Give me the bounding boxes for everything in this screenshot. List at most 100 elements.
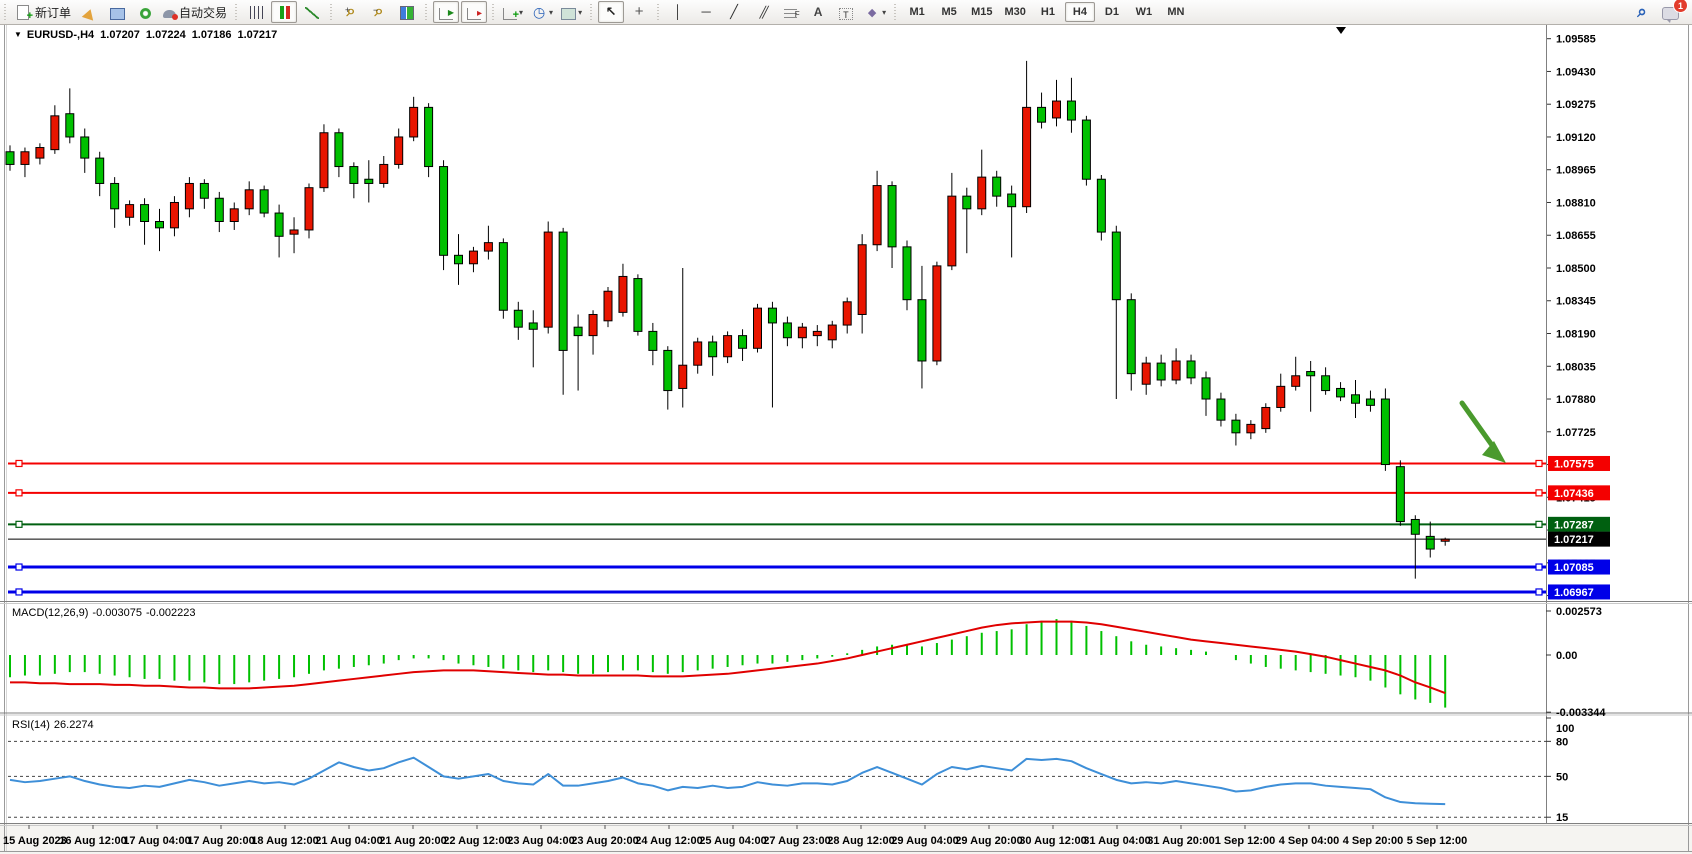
zoom-out-button[interactable] <box>366 1 392 23</box>
bar-chart-button[interactable] <box>243 1 269 23</box>
candle-17 <box>260 190 268 213</box>
svg-text:0.00: 0.00 <box>1556 650 1577 662</box>
chevron-down-icon[interactable]: ▾ <box>578 8 582 17</box>
tf-m1-button[interactable]: M1 <box>902 2 932 22</box>
line-left-handle[interactable] <box>16 521 22 527</box>
candle-42 <box>634 279 642 332</box>
zoom-in-button[interactable] <box>338 1 364 23</box>
toolbar-grip <box>423 4 430 20</box>
shapes-button[interactable]: ▾ <box>861 1 889 23</box>
line-right-handle[interactable] <box>1536 564 1542 570</box>
svg-text:1.07880: 1.07880 <box>1556 394 1596 406</box>
rsi-value: 26.2274 <box>54 719 94 731</box>
line-right-handle[interactable] <box>1536 460 1542 466</box>
chart-canvas[interactable]: 1.095851.094301.092751.091201.089651.088… <box>0 24 1692 854</box>
horizontal-line-button[interactable] <box>693 1 719 23</box>
toolbar-grip <box>892 4 899 20</box>
line-right-handle[interactable] <box>1536 521 1542 527</box>
candle-64 <box>963 196 971 209</box>
candle-59 <box>888 186 896 247</box>
candle-84 <box>1262 407 1270 428</box>
line-left-handle[interactable] <box>16 490 22 496</box>
search-button[interactable] <box>1629 1 1655 23</box>
tf-w1-button[interactable]: W1 <box>1129 2 1159 22</box>
candle-1 <box>21 152 29 165</box>
tf-d1-button[interactable]: D1 <box>1097 2 1127 22</box>
fibonacci-icon <box>784 9 797 19</box>
svg-text:1.08190: 1.08190 <box>1556 329 1596 341</box>
candle-41 <box>619 276 627 312</box>
svg-text:1.08965: 1.08965 <box>1556 165 1596 177</box>
candle-0 <box>6 152 14 165</box>
search-icon <box>1634 4 1650 20</box>
signals-button[interactable] <box>132 1 158 23</box>
chevron-down-icon[interactable]: ▾ <box>519 8 523 17</box>
candle-6 <box>96 158 104 183</box>
line-chart-button[interactable] <box>299 1 325 23</box>
autotrading-button[interactable]: 自动交易 <box>160 1 230 23</box>
line-left-handle[interactable] <box>16 564 22 570</box>
periods-button[interactable]: ▾ <box>528 1 556 23</box>
tf-m30-button[interactable]: M30 <box>1000 2 1031 22</box>
vertical-line-button[interactable] <box>665 1 691 23</box>
candlestick-button[interactable] <box>271 1 297 23</box>
tf-mn-button[interactable]: MN <box>1161 2 1191 22</box>
tf-h4-button[interactable]: H4 <box>1065 2 1095 22</box>
svg-text:15: 15 <box>1556 812 1568 824</box>
rsi-name: RSI(14) <box>12 719 50 731</box>
time-axis-label: 16 Aug 12:00 <box>59 835 126 847</box>
candle-82 <box>1232 420 1240 433</box>
svg-text:1.07085: 1.07085 <box>1554 562 1594 574</box>
notifications-button[interactable]: 1 <box>1657 1 1683 23</box>
shapes-icon <box>864 4 880 20</box>
candle-53 <box>798 327 806 338</box>
text-button[interactable] <box>805 1 831 23</box>
line-right-handle[interactable] <box>1536 490 1542 496</box>
crosshair-button[interactable] <box>626 1 652 23</box>
text-label-button[interactable] <box>833 1 859 23</box>
line-left-handle[interactable] <box>16 460 22 466</box>
auto-scroll-button[interactable] <box>433 1 459 23</box>
candle-57 <box>858 245 866 315</box>
clock-icon <box>531 4 547 20</box>
line-right-handle[interactable] <box>1536 589 1542 595</box>
chart-shift-button[interactable] <box>461 1 487 23</box>
candle-10 <box>156 222 164 228</box>
terminal-button[interactable] <box>104 1 130 23</box>
chevron-down-icon[interactable]: ▾ <box>549 8 553 17</box>
svg-text:1.09275: 1.09275 <box>1556 99 1596 111</box>
indicators-button[interactable]: ▾ <box>500 1 526 23</box>
signal-icon <box>140 8 151 19</box>
tile-windows-button[interactable] <box>394 1 420 23</box>
tf-m5-button[interactable]: M5 <box>934 2 964 22</box>
fibonacci-button[interactable] <box>777 1 803 23</box>
line-left-handle[interactable] <box>16 589 22 595</box>
time-axis-label: 22 Aug 12:00 <box>443 835 510 847</box>
candle-58 <box>873 186 881 245</box>
candle-35 <box>529 323 537 329</box>
cursor-icon <box>603 4 619 20</box>
bar-chart-icon <box>250 6 263 19</box>
vertical-line-icon <box>670 4 686 20</box>
candle-71 <box>1067 101 1075 120</box>
candle-62 <box>933 266 941 361</box>
candle-68 <box>1023 107 1031 206</box>
chart-menu-icon[interactable] <box>14 30 22 39</box>
cursor-button[interactable] <box>598 1 624 23</box>
profiles-button[interactable] <box>76 1 102 23</box>
tf-h1-button[interactable]: H1 <box>1033 2 1063 22</box>
channel-button[interactable] <box>749 1 775 23</box>
svg-text:1.08655: 1.08655 <box>1556 230 1596 242</box>
candle-69 <box>1038 107 1046 122</box>
trendline-button[interactable] <box>721 1 747 23</box>
candle-88 <box>1322 376 1330 391</box>
candle-63 <box>948 196 956 266</box>
new-order-button[interactable]: 新订单 <box>12 1 74 23</box>
svg-text:1.07287: 1.07287 <box>1554 519 1594 531</box>
time-axis-label: 30 Aug 12:00 <box>1019 835 1086 847</box>
templates-button[interactable]: ▾ <box>558 1 585 23</box>
candle-46 <box>694 342 702 365</box>
candle-48 <box>724 336 732 357</box>
tf-m15-button[interactable]: M15 <box>966 2 997 22</box>
chevron-down-icon[interactable]: ▾ <box>882 8 886 17</box>
